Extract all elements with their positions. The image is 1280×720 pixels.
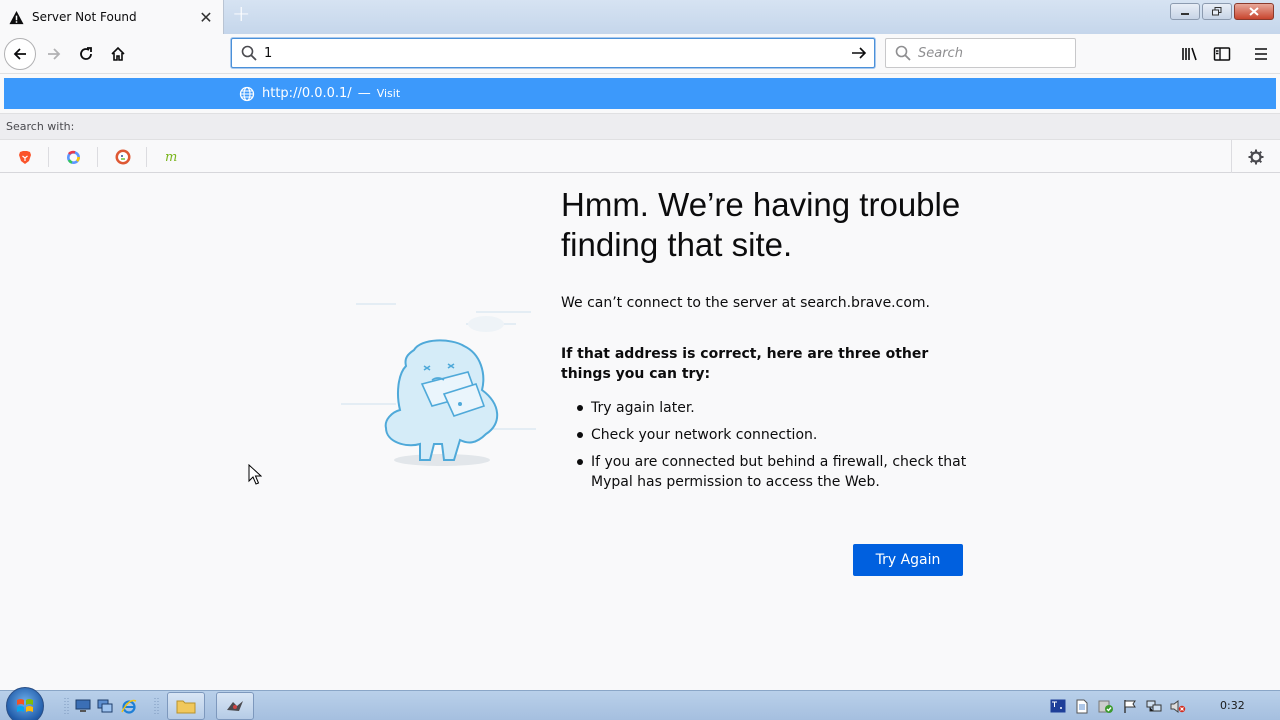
search-icon <box>241 45 257 61</box>
new-tab-button[interactable]: + <box>232 4 250 26</box>
mouse-cursor-icon <box>248 464 262 485</box>
globe-icon <box>239 86 255 101</box>
close-tab-icon[interactable]: ✕ <box>195 6 217 28</box>
autocomplete-suggestion[interactable]: http://0.0.0.1/ — Visit <box>4 78 1276 109</box>
list-item: Check your network connection. <box>577 425 977 445</box>
engine-brave[interactable] <box>1 147 49 167</box>
forward-button[interactable] <box>38 38 70 70</box>
taskbar: 0:32 <box>0 687 1280 720</box>
search-with-label: Search with: <box>0 113 1280 140</box>
engine-qwant[interactable] <box>50 147 98 167</box>
url-bar[interactable] <box>231 38 875 68</box>
search-settings-button[interactable] <box>1231 140 1280 173</box>
dinosaur-illustration-icon <box>341 303 536 466</box>
go-button[interactable] <box>844 39 874 67</box>
security-check-icon[interactable] <box>1098 698 1114 714</box>
back-button[interactable] <box>4 38 36 70</box>
taskbar-clock[interactable]: 0:32 <box>1220 699 1245 712</box>
volume-muted-icon[interactable] <box>1170 698 1186 714</box>
error-title: Hmm. We’re having trouble finding that s… <box>561 186 961 263</box>
error-page: Hmm. We’re having trouble finding that s… <box>0 174 1280 690</box>
minimize-icon <box>1181 12 1189 15</box>
reload-button[interactable] <box>70 38 102 70</box>
desktop-icon <box>75 699 91 712</box>
hamburger-menu-icon <box>1255 48 1267 60</box>
title-bar: Server Not Found ✕ + <box>0 0 1280 34</box>
show-desktop-button[interactable] <box>74 697 92 715</box>
action-center-flag-icon[interactable] <box>1122 698 1138 714</box>
folder-icon <box>176 700 196 714</box>
url-input[interactable] <box>264 45 844 61</box>
network-icon[interactable] <box>1146 698 1162 714</box>
library-button[interactable] <box>1176 40 1204 68</box>
language-bar-icon[interactable] <box>1050 698 1066 714</box>
switch-windows-icon <box>97 699 113 713</box>
warning-icon <box>9 10 24 24</box>
switch-windows-button[interactable] <box>96 697 114 715</box>
document-icon[interactable] <box>1074 698 1090 714</box>
tab-server-not-found[interactable]: Server Not Found ✕ <box>0 0 224 34</box>
duckduckgo-icon <box>115 149 130 165</box>
arrow-right-icon <box>48 48 61 60</box>
qwant-icon <box>67 150 80 164</box>
navigation-toolbar <box>0 34 1280 74</box>
gear-icon <box>1248 149 1264 164</box>
brave-icon <box>18 150 31 164</box>
suggestion-action: Visit <box>376 87 401 100</box>
system-tray <box>1050 691 1280 720</box>
try-again-button[interactable]: Try Again <box>853 544 963 576</box>
close-icon <box>1249 7 1259 16</box>
search-bar[interactable] <box>885 38 1076 68</box>
svg-text:m: m <box>165 150 177 164</box>
error-hint: If that address is correct, here are thr… <box>561 346 929 382</box>
one-off-search-engines: m <box>0 140 1280 173</box>
sidebar-icon <box>1213 47 1231 61</box>
suggestion-list: Try again later. Check your network conn… <box>577 398 977 499</box>
search-input[interactable] <box>918 45 1068 61</box>
library-icon <box>1182 47 1197 61</box>
internet-explorer-button[interactable] <box>120 697 138 715</box>
engine-duckduckgo[interactable] <box>99 147 147 167</box>
arrow-right-icon <box>852 47 867 59</box>
suggestion-separator: — <box>357 86 371 101</box>
home-icon <box>111 46 125 61</box>
taskbar-grip-icon <box>148 697 166 715</box>
start-button[interactable] <box>6 687 44 720</box>
close-window-button[interactable] <box>1234 3 1274 20</box>
windows-logo-icon <box>17 699 33 712</box>
url-autocomplete-popup: http://0.0.0.1/ — Visit Search with: m <box>0 74 1280 174</box>
home-button[interactable] <box>102 38 134 70</box>
taskbar-mypal-button[interactable] <box>216 692 254 720</box>
restore-icon <box>1212 7 1222 16</box>
minimize-button[interactable] <box>1170 3 1200 20</box>
arrow-left-icon <box>13 48 26 60</box>
list-item: If you are connected but behind a firewa… <box>577 452 977 492</box>
window-controls <box>1170 3 1274 20</box>
sidebar-toggle-button[interactable] <box>1208 40 1236 68</box>
taskbar-explorer-button[interactable] <box>167 692 205 720</box>
menu-button[interactable] <box>1247 40 1275 68</box>
mypal-icon <box>227 701 243 711</box>
internet-explorer-icon <box>121 699 137 714</box>
list-item: Try again later. <box>577 398 977 418</box>
search-icon <box>895 45 911 61</box>
reload-icon <box>80 47 92 60</box>
engine-mojeek[interactable]: m <box>148 147 196 167</box>
error-description: We can’t connect to the server at search… <box>561 295 930 311</box>
mojeek-icon: m <box>165 150 177 164</box>
tab-title: Server Not Found <box>32 10 137 24</box>
suggestion-url: http://0.0.0.1/ <box>262 86 352 101</box>
restore-button[interactable] <box>1202 3 1232 20</box>
